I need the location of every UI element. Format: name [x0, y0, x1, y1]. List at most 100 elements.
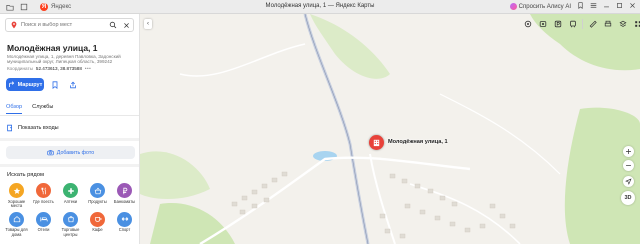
bookmark-icon[interactable]: [577, 2, 584, 11]
panorama-layer-button[interactable]: [537, 18, 548, 29]
bookmark-icon: [52, 80, 57, 89]
print-button[interactable]: [602, 18, 613, 29]
section-divider: [0, 138, 139, 141]
nearby-category-icon-circle: [90, 183, 105, 198]
nearby-category-icon-circle: [117, 183, 132, 198]
map-layers-button[interactable]: [617, 18, 628, 29]
coordinates-label: Координаты: [7, 66, 33, 71]
field-road: [439, 93, 561, 175]
nearby-category-icon-circle: [63, 183, 78, 198]
place-marker-label: Молодёжная улица, 1: [388, 139, 448, 145]
village-street: [199, 156, 471, 244]
nearby-category-label: Торговые центры: [61, 227, 80, 237]
traffic-layer-button[interactable]: [522, 18, 533, 29]
camera-icon: [47, 149, 54, 156]
bed-icon: [39, 217, 48, 222]
search-input[interactable]: [21, 22, 109, 28]
show-entrances-label: Показать входы: [18, 125, 59, 131]
nearby-category-item[interactable]: Аптеки: [57, 183, 84, 209]
view-3d-label: 3D: [624, 195, 632, 201]
close-icon[interactable]: [123, 22, 130, 29]
place-tabs: Обзор Службы: [6, 104, 53, 114]
nearby-category-label: Продукты: [88, 198, 107, 204]
zoom-in-button[interactable]: [623, 146, 634, 157]
building-cluster: [231, 171, 516, 239]
search-icon[interactable]: [109, 21, 117, 29]
nearby-category-icon-circle: [63, 211, 78, 227]
alisa-icon: [509, 3, 517, 10]
map-canvas[interactable]: [140, 14, 640, 244]
village-street: [369, 153, 396, 244]
share-button[interactable]: [66, 78, 79, 91]
coordinates-more-button[interactable]: •••: [85, 66, 91, 71]
toolbar-divider: [582, 19, 583, 29]
zoom-out-button[interactable]: [623, 160, 634, 171]
nearby-category-item[interactable]: Продукты: [84, 183, 111, 209]
add-photo-button[interactable]: Добавить фото: [6, 146, 135, 159]
nearby-category-item[interactable]: Отели: [30, 211, 57, 238]
home-goods-icon: [13, 216, 20, 223]
menu-icon[interactable]: [590, 2, 597, 11]
tabs-divider: [0, 115, 139, 116]
coordinates-value[interactable]: 52.473613, 38.873588: [36, 66, 82, 71]
nearby-category-item[interactable]: Товары для дома: [3, 211, 30, 238]
maximize-icon[interactable]: [616, 2, 623, 11]
nearby-category-item[interactable]: Банкоматы: [111, 183, 138, 209]
tab-overview[interactable]: Обзор: [6, 104, 23, 114]
nearby-category-label: Кафе: [92, 227, 103, 233]
dumbbell-icon: [121, 217, 128, 221]
ask-alisa-label: Спросить Алису AI: [518, 3, 571, 10]
nearby-category-icon-circle: [90, 211, 105, 227]
nearby-title: Искать рядом: [7, 172, 45, 178]
route-icon: [8, 81, 14, 87]
basket-icon: [94, 187, 101, 194]
nearby-category-item[interactable]: Торговые центры: [57, 211, 84, 238]
ruler-button[interactable]: [587, 18, 598, 29]
place-address: Молодёжная улица, 1, деревня Павловка, З…: [7, 54, 121, 65]
place-marker[interactable]: [369, 135, 384, 150]
nearby-category-icon-circle: [9, 211, 24, 227]
nearby-category-label: Аптеки: [63, 198, 78, 204]
show-entrances-link[interactable]: Показать входы: [6, 124, 59, 132]
titlebar-right: Спросить Алису AI: [509, 2, 636, 11]
place-sidebar: Молодёжная улица, 1 Молодёжная улица, 1,…: [0, 14, 140, 244]
locate-me-button[interactable]: [623, 176, 634, 187]
nearby-category-label: Спорт: [118, 227, 131, 233]
minimize-icon[interactable]: [603, 2, 610, 11]
search-box[interactable]: [5, 18, 134, 32]
nearby-category-icon-circle: [36, 183, 51, 198]
nearby-category-label: Хорошие места: [7, 198, 26, 209]
nearby-category-icon-circle: [36, 211, 51, 227]
nearby-category-label: Банкоматы: [113, 198, 136, 204]
save-bookmark-button[interactable]: [48, 78, 61, 91]
pharmacy-cross-icon: [67, 187, 74, 194]
browser-titlebar: Я Яндекс Молодёжная улица, 1 — Яндекс Ка…: [0, 0, 640, 14]
nearby-category-label: Товары для дома: [5, 227, 28, 237]
ask-alisa-button[interactable]: Спросить Алису AI: [509, 3, 571, 10]
fork-knife-icon: [40, 187, 46, 194]
nearby-category-item[interactable]: Кафе: [84, 211, 111, 238]
route-button[interactable]: Маршрут: [6, 78, 44, 91]
coordinates-row: Координаты 52.473613, 38.873588 •••: [7, 66, 91, 71]
minus-icon: [626, 165, 631, 166]
collapse-sidebar-button[interactable]: ‹: [144, 19, 152, 29]
nearby-category-icon-circle: [9, 183, 24, 198]
nearby-category-item[interactable]: Где поесть: [30, 183, 57, 209]
forest-area: [150, 203, 235, 244]
building-icon: [373, 139, 380, 147]
view-3d-button[interactable]: 3D: [621, 191, 635, 205]
place-title: Молодёжная улица, 1: [7, 43, 98, 53]
nearby-category-item[interactable]: Спорт: [111, 211, 138, 238]
tab-services[interactable]: Службы: [32, 104, 53, 114]
nearby-category-icon-circle: [117, 211, 132, 227]
parking-layer-button[interactable]: [552, 18, 563, 29]
shopping-bag-icon: [67, 216, 74, 223]
grid-menu-button[interactable]: [632, 18, 640, 29]
forest-area: [310, 14, 390, 79]
nearby-category-item[interactable]: Хорошие места: [3, 183, 30, 209]
route-button-label: Маршрут: [17, 81, 43, 88]
forest-area: [140, 151, 210, 199]
close-window-icon[interactable]: [629, 2, 636, 11]
share-icon: [69, 81, 76, 88]
transport-layer-button[interactable]: [567, 18, 578, 29]
